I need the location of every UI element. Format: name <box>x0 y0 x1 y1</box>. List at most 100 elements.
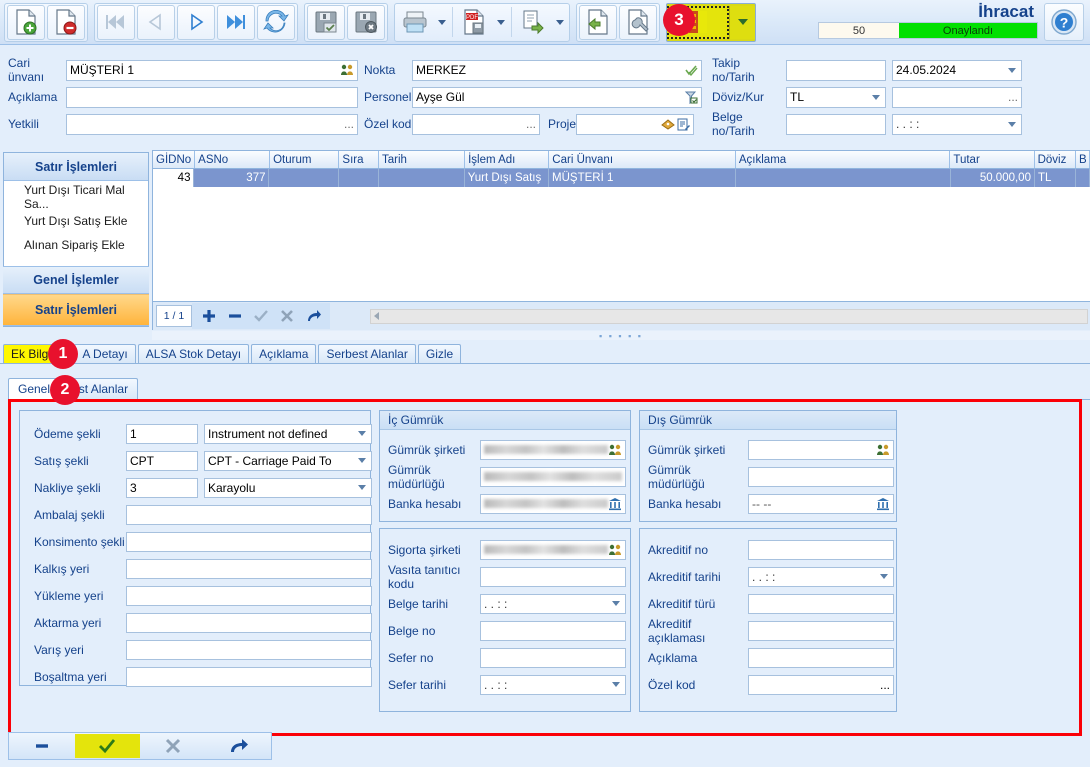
konsimento-sekli-input[interactable] <box>126 531 372 552</box>
sefer-tarihi-dropdown-icon[interactable] <box>609 682 622 687</box>
grid-col-cari-unvani[interactable]: Cari Ünvanı <box>549 151 736 168</box>
grid-col-asno[interactable]: ASNo <box>195 151 271 168</box>
takip-no-input[interactable] <box>786 59 886 81</box>
grid-splitter[interactable]: ▪ ▪ ▪ ▪ ▪ <box>152 331 1090 340</box>
dis-ozel-kod-input[interactable]: ... <box>748 674 894 695</box>
sidebar-item-alinan-siparis-ekle[interactable]: Alınan Sipariş Ekle <box>4 233 148 257</box>
dis-gumruk-sirketi-input[interactable] <box>748 439 894 460</box>
tab-alsa-stok-detayi[interactable]: ALSA Stok Detayı <box>137 344 250 363</box>
print-dropdown-caret[interactable] <box>434 5 450 40</box>
akreditif-aciklamasi-input[interactable] <box>748 620 894 641</box>
sefer-tarihi-input[interactable]: . . : : <box>480 674 626 695</box>
grid-add-button[interactable] <box>196 304 222 328</box>
proje-input[interactable] <box>576 113 694 135</box>
bottom-cancel-button[interactable] <box>140 734 206 758</box>
tab-alsa-detayi[interactable]: A Detayı <box>74 344 136 363</box>
ambalaj-sekli-input[interactable] <box>126 504 372 525</box>
sigorta-sirketi-input[interactable] <box>480 539 626 560</box>
sidebar-group-genel-islemler[interactable]: Genel İşlemler <box>3 266 149 294</box>
belge-date-input[interactable]: . . : : <box>892 113 1022 135</box>
export-pdf-button[interactable]: PDF <box>455 5 493 40</box>
back-button[interactable] <box>579 4 617 40</box>
satis-sekli-dropdown-icon[interactable] <box>355 458 368 463</box>
bottom-remove-button[interactable] <box>9 734 75 758</box>
belge-tarihi-input[interactable]: . . : : <box>480 593 626 614</box>
grid-confirm-button[interactable] <box>248 304 274 328</box>
nakliye-sekli-select[interactable]: Karayolu <box>204 477 372 498</box>
ic-gumruk-mudurlugu-input[interactable] <box>480 466 626 487</box>
dis-ozel-kod-dots-icon[interactable]: ... <box>880 678 890 692</box>
belge-no-2-input[interactable] <box>480 620 626 641</box>
odeme-sekli-select[interactable]: Instrument not defined <box>204 423 372 444</box>
takip-date-input[interactable]: 24.05.2024 <box>892 59 1022 81</box>
ozel-kod-dots[interactable]: ... <box>522 117 536 131</box>
help-button[interactable]: ? <box>1044 3 1084 41</box>
akreditif-tarihi-dropdown-icon[interactable] <box>877 574 890 579</box>
akreditif-tarihi-input[interactable]: . . : : <box>748 566 894 587</box>
first-record-button[interactable] <box>97 4 135 40</box>
belge-date-dropdown-icon[interactable] <box>1005 121 1018 127</box>
grid-col-aciklama[interactable]: Açıklama <box>736 151 951 168</box>
dis-aciklama-input[interactable] <box>748 647 894 668</box>
copy-dropdown-caret[interactable] <box>552 5 568 40</box>
sidebar-group-satir-islemleri[interactable]: Satır İşlemleri <box>3 294 149 326</box>
doviz-dropdown-icon[interactable] <box>869 94 882 100</box>
sefer-no-input[interactable] <box>480 647 626 668</box>
save-button[interactable] <box>307 4 345 40</box>
takip-date-dropdown-icon[interactable] <box>1005 67 1018 73</box>
grid-col-doviz[interactable]: Döviz <box>1035 151 1076 168</box>
odeme-sekli-dropdown-icon[interactable] <box>355 431 368 436</box>
akreditif-no-input[interactable] <box>748 539 894 560</box>
dis-gumruk-mudurlugu-input[interactable] <box>748 466 894 487</box>
highlighted-action-button[interactable]: 3 <box>663 3 729 39</box>
ic-gumruk-sirketi-input[interactable] <box>480 439 626 460</box>
sidebar-item-yurt-disi-ticari-mal[interactable]: Yurt Dışı Ticari Mal Sa... <box>4 183 148 211</box>
personel-input[interactable]: Ayşe Gül <box>412 86 702 108</box>
nokta-input[interactable]: MERKEZ <box>412 59 702 81</box>
nakliye-sekli-code-input[interactable]: 3 <box>126 477 198 498</box>
grid-col-tutar[interactable]: Tutar <box>950 151 1035 168</box>
bosaltma-yeri-input[interactable] <box>126 666 372 687</box>
ozel-kod-input[interactable]: ... <box>412 113 540 135</box>
nakliye-sekli-dropdown-icon[interactable] <box>355 485 368 490</box>
grid-cancel-button[interactable] <box>274 304 300 328</box>
next-record-button[interactable] <box>177 4 215 40</box>
akreditif-turu-input[interactable] <box>748 593 894 614</box>
yukleme-yeri-input[interactable] <box>126 585 372 606</box>
kalkis-yeri-input[interactable] <box>126 558 372 579</box>
grid-col-tarih[interactable]: Tarih <box>379 151 466 168</box>
kur-input[interactable]: ... <box>892 86 1022 108</box>
previous-record-button[interactable] <box>137 4 175 40</box>
kur-dots[interactable]: ... <box>1004 90 1018 104</box>
grid-col-sira[interactable]: Sıra <box>339 151 379 168</box>
yetkili-dots[interactable]: ... <box>340 117 354 131</box>
grid-remove-button[interactable] <box>222 304 248 328</box>
sidebar-item-yurt-disi-satis-ekle[interactable]: Yurt Dışı Satış Ekle <box>4 209 148 233</box>
grid-col-oturum[interactable]: Oturum <box>270 151 340 168</box>
bottom-confirm-button[interactable] <box>74 734 140 758</box>
grid-refresh-button[interactable] <box>300 304 326 328</box>
refresh-button[interactable] <box>257 4 295 40</box>
doviz-select[interactable]: TL <box>786 86 886 108</box>
dis-banka-hesabi-input[interactable]: -- -- <box>748 493 894 514</box>
belge-no-input[interactable] <box>786 113 886 135</box>
tab-gizle[interactable]: Gizle <box>417 344 462 363</box>
tab-aciklama[interactable]: Açıklama <box>251 344 317 363</box>
tab-serbest-alanlar[interactable]: Serbest Alanlar <box>318 344 416 363</box>
tools-button[interactable] <box>619 4 657 40</box>
delete-record-button[interactable] <box>47 4 85 40</box>
odeme-sekli-code-input[interactable]: 1 <box>126 423 198 444</box>
highlighted-action-dropdown-caret[interactable] <box>729 5 755 39</box>
cari-unvani-input[interactable]: MÜŞTERİ 1 <box>66 59 358 81</box>
bottom-redo-button[interactable] <box>206 734 272 758</box>
yetkili-input[interactable]: ... <box>66 113 358 135</box>
vasita-tanitici-kodu-input[interactable] <box>480 566 626 587</box>
last-record-button[interactable] <box>217 4 255 40</box>
ic-banka-hesabi-input[interactable] <box>480 493 626 514</box>
varis-yeri-input[interactable] <box>126 639 372 660</box>
aktarma-yeri-input[interactable] <box>126 612 372 633</box>
satis-sekli-select[interactable]: CPT - Carriage Paid To <box>204 450 372 471</box>
grid-col-islem-adi[interactable]: İşlem Adı <box>465 151 550 168</box>
copy-button[interactable] <box>514 5 552 40</box>
table-row[interactable]: 43 377 Yurt Dışı Satış MÜŞTERİ 1 50.000,… <box>153 169 1090 187</box>
